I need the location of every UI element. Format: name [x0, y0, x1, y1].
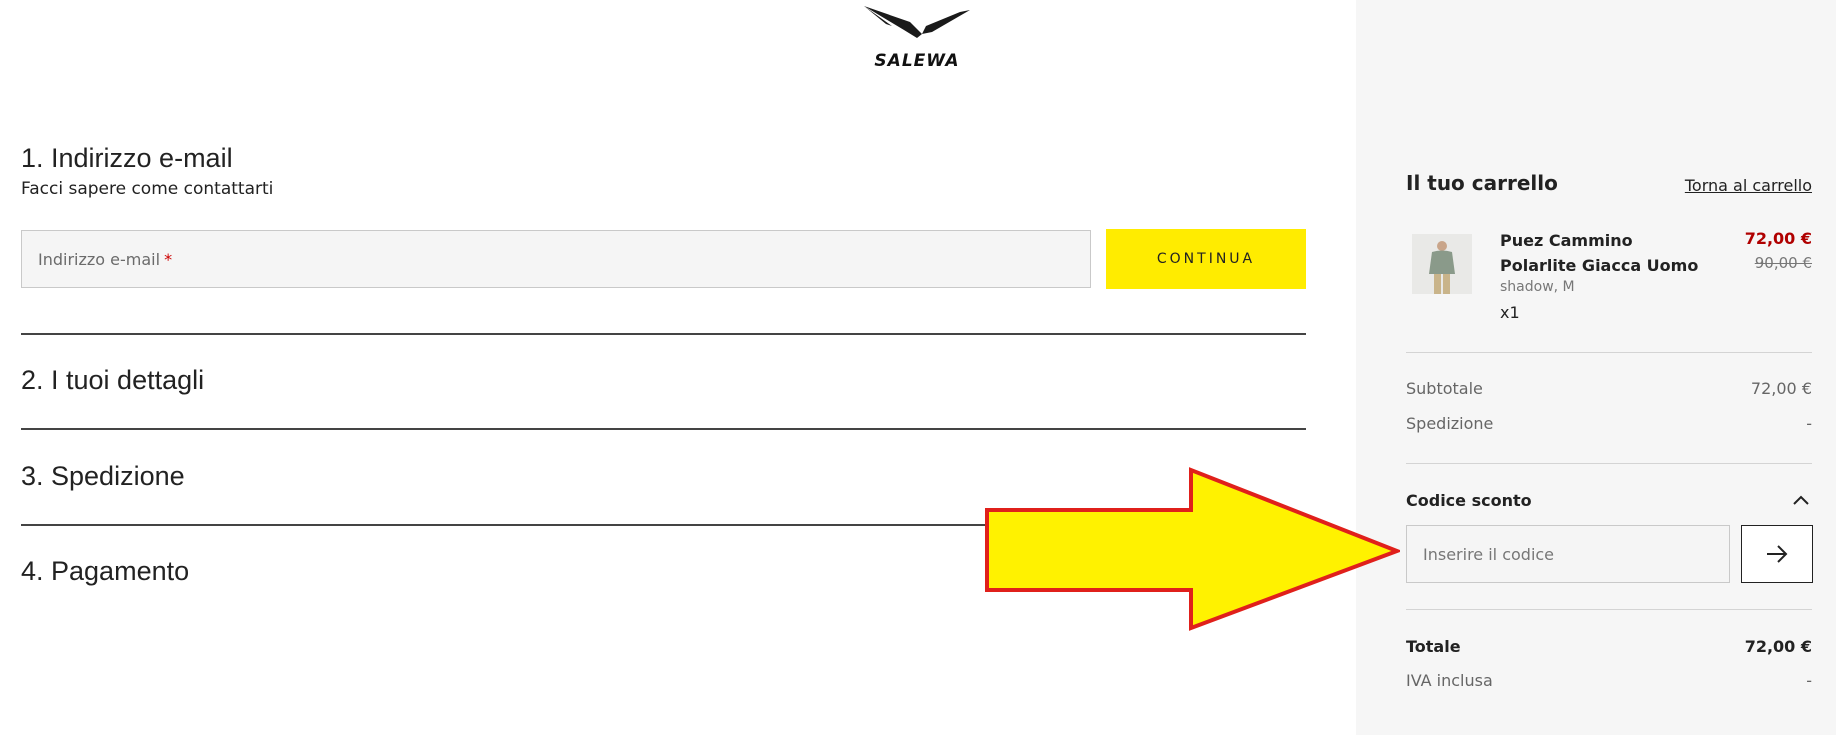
cart-title: Il tuo carrello: [1406, 171, 1558, 195]
step-divider: [21, 333, 1306, 335]
back-to-cart-link[interactable]: Torna al carrello: [1685, 176, 1812, 195]
product-sale-price: 72,00 €: [1744, 229, 1812, 248]
continue-button[interactable]: CONTINUA: [1106, 229, 1306, 289]
cart-divider: [1406, 609, 1812, 610]
cart-summary-panel: Il tuo carrello Torna al carrello Puez C…: [1356, 0, 1836, 735]
step-details-title[interactable]: 2. I tuoi dettagli: [21, 365, 204, 396]
apply-code-button[interactable]: [1741, 525, 1813, 583]
vat-value: -: [1806, 671, 1812, 690]
subtotal-label: Subtotale: [1406, 379, 1483, 398]
cart-divider: [1406, 352, 1812, 353]
shipping-value: -: [1806, 414, 1812, 433]
step-divider: [21, 428, 1306, 430]
total-value: 72,00 €: [1744, 637, 1812, 656]
salewa-logo[interactable]: SALEWA: [862, 4, 972, 76]
logo-wordmark: SALEWA: [874, 51, 960, 71]
product-original-price: 90,00 €: [1754, 254, 1812, 272]
email-input[interactable]: Indirizzo e-mail *: [21, 230, 1091, 288]
product-thumbnail[interactable]: [1412, 234, 1472, 294]
subtotal-value: 72,00 €: [1750, 379, 1812, 398]
product-quantity: x1: [1500, 303, 1520, 322]
discount-code-title[interactable]: Codice sconto: [1406, 491, 1532, 510]
step-shipping-title[interactable]: 3. Spedizione: [21, 461, 185, 492]
product-name[interactable]: Puez Cammino Polarlite Giacca Uomo: [1500, 228, 1710, 278]
step-divider: [21, 524, 1306, 526]
product-variant: shadow, M: [1500, 279, 1575, 295]
jacket-person-image: [1412, 234, 1472, 294]
cart-divider: [1406, 463, 1812, 464]
vat-label: IVA inclusa: [1406, 671, 1493, 690]
arrow-right-icon: [1767, 545, 1788, 563]
shipping-label: Spedizione: [1406, 414, 1494, 433]
salewa-eagle-icon: [864, 6, 970, 38]
required-asterisk: *: [164, 249, 173, 269]
annotation-arrow-icon: [985, 467, 1400, 631]
step-payment-title[interactable]: 4. Pagamento: [21, 556, 189, 587]
step-email-subtitle: Facci sapere come contattarti: [21, 179, 274, 199]
total-label: Totale: [1406, 637, 1461, 656]
step-email-title: 1. Indirizzo e-mail: [21, 143, 233, 173]
chevron-up-icon[interactable]: [1792, 494, 1810, 506]
discount-code-placeholder: Inserire il codice: [1423, 544, 1555, 564]
email-placeholder: Indirizzo e-mail: [38, 249, 161, 269]
discount-code-input[interactable]: Inserire il codice: [1406, 525, 1730, 583]
